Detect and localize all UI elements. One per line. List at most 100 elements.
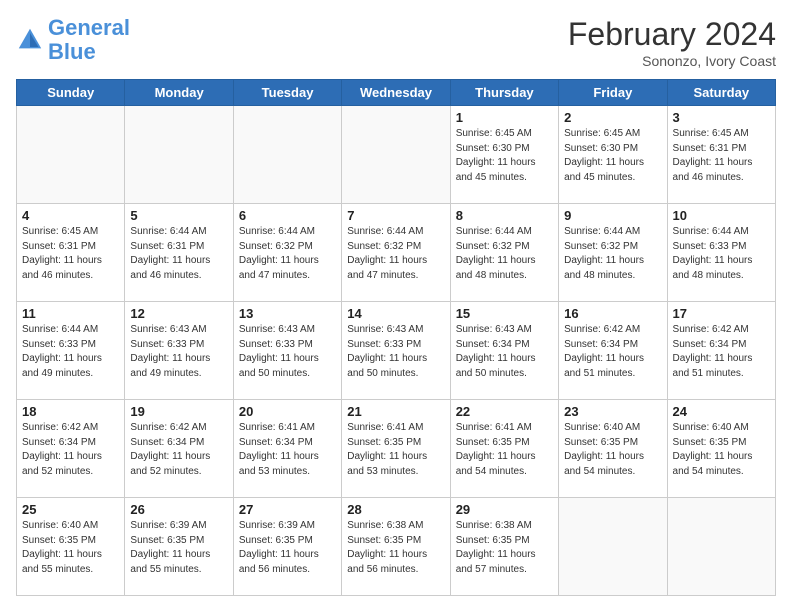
day-info: Sunrise: 6:41 AMSunset: 6:35 PMDaylight:… bbox=[456, 421, 553, 479]
cell-w2-d3: 6 Sunrise: 6:44 AMSunset: 6:32 PMDaylight… bbox=[233, 204, 341, 302]
day-info: Sunrise: 6:42 AMSunset: 6:34 PMDaylight:… bbox=[130, 421, 227, 479]
day-number: 29 bbox=[456, 502, 553, 517]
day-info: Sunrise: 6:41 AMSunset: 6:34 PMDaylight:… bbox=[239, 421, 336, 479]
cell-w3-d4: 14 Sunrise: 6:43 AMSunset: 6:33 PMDayligh… bbox=[342, 302, 450, 400]
day-number: 3 bbox=[673, 110, 770, 125]
col-thursday: Thursday bbox=[450, 80, 558, 106]
week-row-2: 4 Sunrise: 6:45 AMSunset: 6:31 PMDaylight… bbox=[17, 204, 776, 302]
day-number: 6 bbox=[239, 208, 336, 223]
cell-w5-d6 bbox=[559, 498, 667, 596]
day-info: Sunrise: 6:44 AMSunset: 6:32 PMDaylight:… bbox=[456, 225, 553, 283]
day-number: 16 bbox=[564, 306, 661, 321]
cell-w2-d7: 10Sunrise: 6:44 AMSunset: 6:33 PMDayligh… bbox=[667, 204, 775, 302]
day-info: Sunrise: 6:40 AMSunset: 6:35 PMDaylight:… bbox=[673, 421, 770, 479]
day-number: 18 bbox=[22, 404, 119, 419]
cell-w2-d6: 9 Sunrise: 6:44 AMSunset: 6:32 PMDaylight… bbox=[559, 204, 667, 302]
day-info: Sunrise: 6:43 AMSunset: 6:33 PMDaylight:… bbox=[239, 323, 336, 381]
day-number: 8 bbox=[456, 208, 553, 223]
day-info: Sunrise: 6:43 AMSunset: 6:34 PMDaylight:… bbox=[456, 323, 553, 381]
logo-icon bbox=[16, 26, 44, 54]
day-info: Sunrise: 6:45 AMSunset: 6:30 PMDaylight:… bbox=[564, 127, 661, 185]
day-info: Sunrise: 6:44 AMSunset: 6:32 PMDaylight:… bbox=[564, 225, 661, 283]
day-info: Sunrise: 6:44 AMSunset: 6:33 PMDaylight:… bbox=[673, 225, 770, 283]
cell-w4-d6: 23 Sunrise: 6:40 AMSunset: 6:35 PMDayligh… bbox=[559, 400, 667, 498]
day-info: Sunrise: 6:43 AMSunset: 6:33 PMDaylight:… bbox=[347, 323, 444, 381]
day-number: 15 bbox=[456, 306, 553, 321]
cell-w4-d3: 20 Sunrise: 6:41 AMSunset: 6:34 PMDayligh… bbox=[233, 400, 341, 498]
main-title: February 2024 bbox=[568, 16, 776, 53]
day-number: 7 bbox=[347, 208, 444, 223]
day-number: 24 bbox=[673, 404, 770, 419]
day-number: 20 bbox=[239, 404, 336, 419]
title-block: February 2024 Sononzo, Ivory Coast bbox=[568, 16, 776, 69]
col-sunday: Sunday bbox=[17, 80, 125, 106]
day-info: Sunrise: 6:38 AMSunset: 6:35 PMDaylight:… bbox=[456, 519, 553, 577]
logo-line1: General bbox=[48, 15, 130, 40]
cell-w2-d5: 8 Sunrise: 6:44 AMSunset: 6:32 PMDaylight… bbox=[450, 204, 558, 302]
day-info: Sunrise: 6:45 AMSunset: 6:31 PMDaylight:… bbox=[22, 225, 119, 283]
cell-w4-d5: 22Sunrise: 6:41 AMSunset: 6:35 PMDayligh… bbox=[450, 400, 558, 498]
week-row-5: 25 Sunrise: 6:40 AMSunset: 6:35 PMDayligh… bbox=[17, 498, 776, 596]
day-info: Sunrise: 6:42 AMSunset: 6:34 PMDaylight:… bbox=[564, 323, 661, 381]
header: General Blue February 2024 Sononzo, Ivor… bbox=[16, 16, 776, 69]
cell-w3-d2: 12 Sunrise: 6:43 AMSunset: 6:33 PMDayligh… bbox=[125, 302, 233, 400]
day-number: 17 bbox=[673, 306, 770, 321]
cell-w1-d7: 3 Sunrise: 6:45 AMSunset: 6:31 PMDaylight… bbox=[667, 106, 775, 204]
cell-w5-d5: 29 Sunrise: 6:38 AMSunset: 6:35 PMDayligh… bbox=[450, 498, 558, 596]
day-number: 13 bbox=[239, 306, 336, 321]
day-info: Sunrise: 6:45 AMSunset: 6:30 PMDaylight:… bbox=[456, 127, 553, 185]
cell-w3-d5: 15 Sunrise: 6:43 AMSunset: 6:34 PMDayligh… bbox=[450, 302, 558, 400]
page: General Blue February 2024 Sononzo, Ivor… bbox=[0, 0, 792, 612]
day-info: Sunrise: 6:40 AMSunset: 6:35 PMDaylight:… bbox=[22, 519, 119, 577]
day-number: 25 bbox=[22, 502, 119, 517]
day-number: 27 bbox=[239, 502, 336, 517]
header-row: Sunday Monday Tuesday Wednesday Thursday… bbox=[17, 80, 776, 106]
col-wednesday: Wednesday bbox=[342, 80, 450, 106]
cell-w3-d7: 17Sunrise: 6:42 AMSunset: 6:34 PMDayligh… bbox=[667, 302, 775, 400]
week-row-1: 1 Sunrise: 6:45 AMSunset: 6:30 PMDaylight… bbox=[17, 106, 776, 204]
day-number: 9 bbox=[564, 208, 661, 223]
day-info: Sunrise: 6:42 AMSunset: 6:34 PMDaylight:… bbox=[22, 421, 119, 479]
day-info: Sunrise: 6:44 AMSunset: 6:32 PMDaylight:… bbox=[239, 225, 336, 283]
logo: General Blue bbox=[16, 16, 130, 64]
day-info: Sunrise: 6:43 AMSunset: 6:33 PMDaylight:… bbox=[130, 323, 227, 381]
day-number: 1 bbox=[456, 110, 553, 125]
day-info: Sunrise: 6:40 AMSunset: 6:35 PMDaylight:… bbox=[564, 421, 661, 479]
subtitle: Sononzo, Ivory Coast bbox=[568, 53, 776, 69]
day-number: 4 bbox=[22, 208, 119, 223]
cell-w1-d3 bbox=[233, 106, 341, 204]
day-number: 23 bbox=[564, 404, 661, 419]
col-friday: Friday bbox=[559, 80, 667, 106]
cell-w3-d1: 11Sunrise: 6:44 AMSunset: 6:33 PMDayligh… bbox=[17, 302, 125, 400]
week-row-3: 11Sunrise: 6:44 AMSunset: 6:33 PMDayligh… bbox=[17, 302, 776, 400]
cell-w3-d6: 16 Sunrise: 6:42 AMSunset: 6:34 PMDayligh… bbox=[559, 302, 667, 400]
cell-w5-d7 bbox=[667, 498, 775, 596]
cell-w4-d7: 24 Sunrise: 6:40 AMSunset: 6:35 PMDayligh… bbox=[667, 400, 775, 498]
day-number: 5 bbox=[130, 208, 227, 223]
cell-w1-d2 bbox=[125, 106, 233, 204]
day-number: 11 bbox=[22, 306, 119, 321]
day-info: Sunrise: 6:39 AMSunset: 6:35 PMDaylight:… bbox=[239, 519, 336, 577]
day-info: Sunrise: 6:44 AMSunset: 6:32 PMDaylight:… bbox=[347, 225, 444, 283]
cell-w5-d3: 27 Sunrise: 6:39 AMSunset: 6:35 PMDayligh… bbox=[233, 498, 341, 596]
cell-w4-d2: 19Sunrise: 6:42 AMSunset: 6:34 PMDayligh… bbox=[125, 400, 233, 498]
cell-w5-d4: 28 Sunrise: 6:38 AMSunset: 6:35 PMDayligh… bbox=[342, 498, 450, 596]
day-number: 14 bbox=[347, 306, 444, 321]
day-number: 28 bbox=[347, 502, 444, 517]
cell-w3-d3: 13 Sunrise: 6:43 AMSunset: 6:33 PMDayligh… bbox=[233, 302, 341, 400]
week-row-4: 18 Sunrise: 6:42 AMSunset: 6:34 PMDayligh… bbox=[17, 400, 776, 498]
cell-w2-d4: 7 Sunrise: 6:44 AMSunset: 6:32 PMDaylight… bbox=[342, 204, 450, 302]
cell-w1-d4 bbox=[342, 106, 450, 204]
logo-text: General Blue bbox=[48, 16, 130, 64]
col-saturday: Saturday bbox=[667, 80, 775, 106]
day-info: Sunrise: 6:45 AMSunset: 6:31 PMDaylight:… bbox=[673, 127, 770, 185]
calendar-header: Sunday Monday Tuesday Wednesday Thursday… bbox=[17, 80, 776, 106]
day-info: Sunrise: 6:38 AMSunset: 6:35 PMDaylight:… bbox=[347, 519, 444, 577]
col-tuesday: Tuesday bbox=[233, 80, 341, 106]
day-number: 21 bbox=[347, 404, 444, 419]
calendar-table: Sunday Monday Tuesday Wednesday Thursday… bbox=[16, 79, 776, 596]
cell-w4-d4: 21 Sunrise: 6:41 AMSunset: 6:35 PMDayligh… bbox=[342, 400, 450, 498]
day-number: 12 bbox=[130, 306, 227, 321]
day-info: Sunrise: 6:41 AMSunset: 6:35 PMDaylight:… bbox=[347, 421, 444, 479]
cell-w1-d1 bbox=[17, 106, 125, 204]
